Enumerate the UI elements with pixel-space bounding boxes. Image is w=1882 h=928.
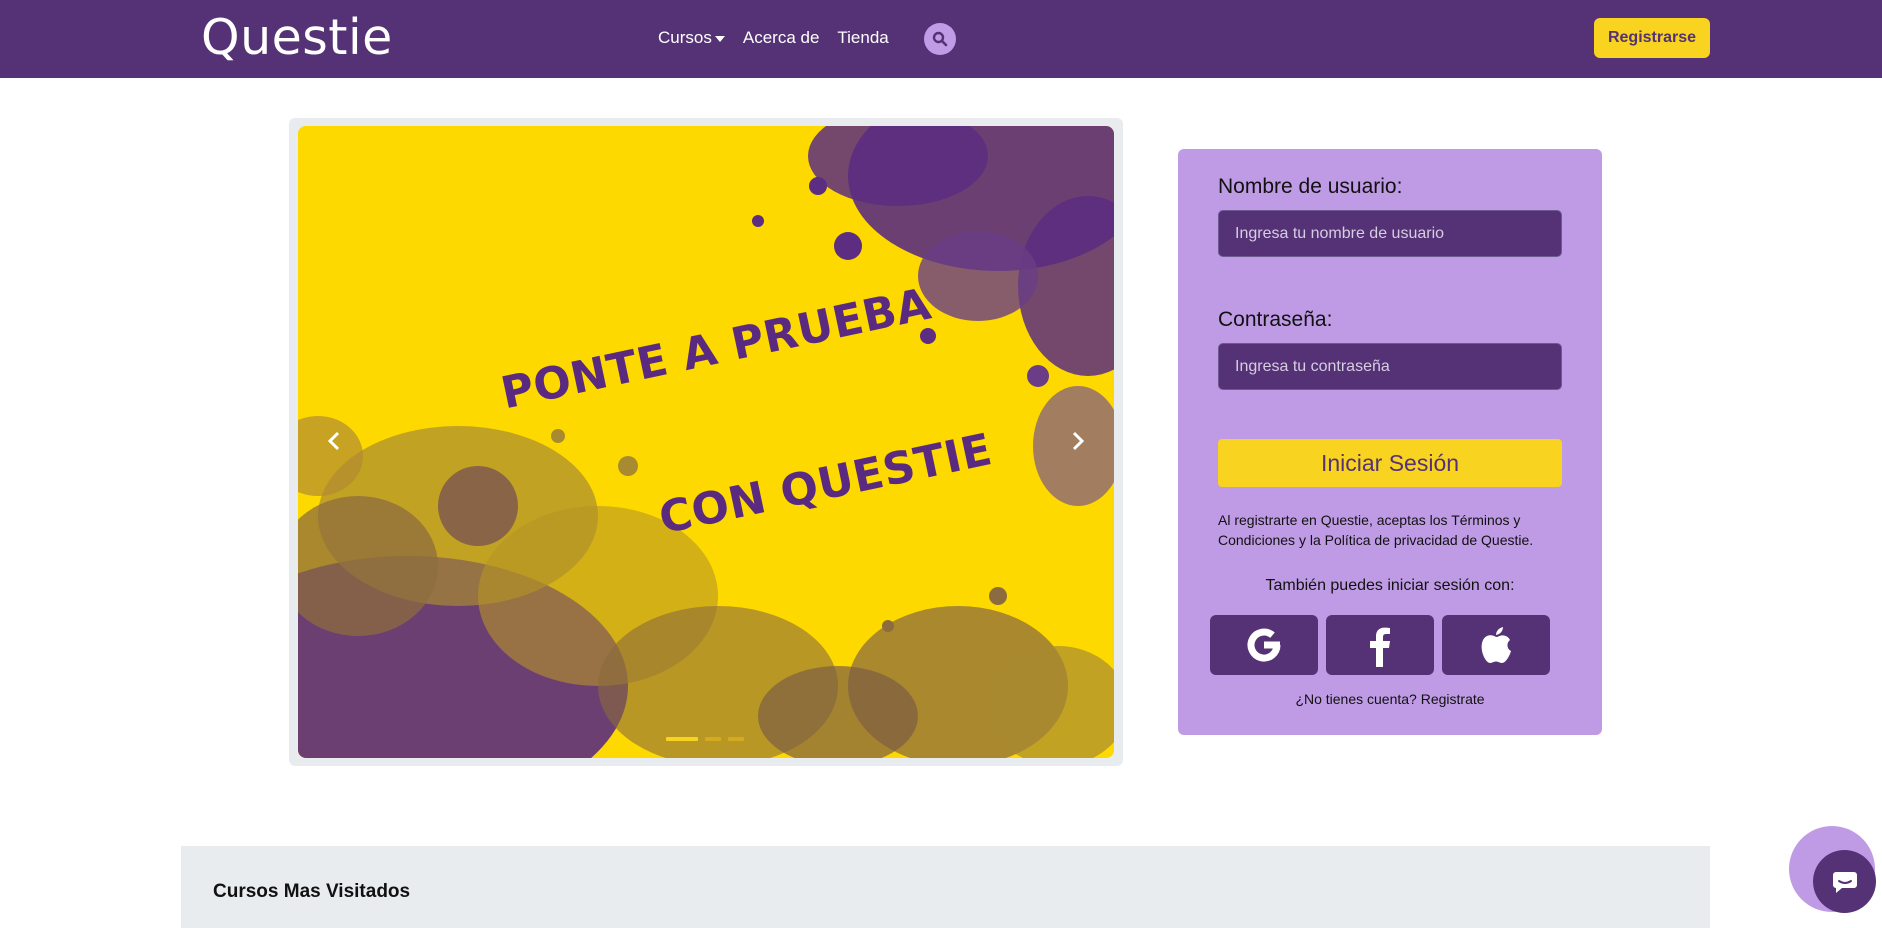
carousel-indicator-3[interactable] (728, 737, 744, 741)
social-login-label: También puedes iniciar sesión con: (1265, 577, 1515, 594)
nav-cursos-label: Cursos (658, 28, 712, 47)
google-login-button[interactable] (1210, 615, 1318, 675)
search-button[interactable] (924, 23, 956, 55)
apple-login-button[interactable] (1442, 615, 1550, 675)
signup-button[interactable]: Registrarse (1594, 18, 1710, 58)
login-button[interactable]: Iniciar Sesión (1218, 439, 1562, 487)
carousel-indicator-1[interactable] (666, 737, 698, 741)
facebook-icon (1370, 627, 1390, 667)
chevron-left-icon (327, 431, 340, 451)
top-navbar: Questie Cursos Acerca de Tienda Registra… (0, 0, 1882, 78)
search-icon (932, 31, 948, 47)
password-input[interactable] (1218, 343, 1562, 390)
nav-tienda[interactable]: Tienda (837, 26, 888, 50)
facebook-login-button[interactable] (1326, 615, 1434, 675)
password-label: Contraseña: (1218, 308, 1333, 331)
nav-cursos-dropdown[interactable]: Cursos (658, 26, 725, 50)
carousel-next-button[interactable] (1062, 426, 1092, 456)
carousel-indicator-2[interactable] (705, 737, 721, 741)
nav-acerca-de[interactable]: Acerca de (743, 26, 820, 50)
chevron-right-icon (1072, 431, 1085, 451)
username-input[interactable] (1218, 210, 1562, 257)
apple-icon (1481, 627, 1511, 663)
username-label: Nombre de usuario: (1218, 175, 1403, 198)
login-card: Nombre de usuario: Contraseña: Iniciar S… (1178, 149, 1602, 735)
section-title: Cursos Mas Visitados (213, 881, 411, 902)
hero-carousel: PONTE A PRUEBA CON QUESTIE (298, 126, 1114, 758)
main-nav: Cursos Acerca de Tienda (658, 26, 907, 50)
google-icon (1247, 628, 1281, 662)
brand-logo[interactable]: Questie (201, 10, 393, 66)
chat-button[interactable] (1813, 850, 1876, 913)
paint-splatter-background (298, 126, 1114, 758)
most-visited-section: Cursos Mas Visitados (181, 846, 1710, 928)
terms-text: Al registrarte en Questie, aceptas los T… (1218, 512, 1534, 548)
chevron-down-icon (714, 36, 725, 42)
carousel-prev-button[interactable] (320, 426, 350, 456)
carousel-indicators (666, 737, 751, 741)
chat-icon (1832, 871, 1857, 893)
register-link[interactable]: ¿No tienes cuenta? Registrate (1178, 691, 1602, 707)
